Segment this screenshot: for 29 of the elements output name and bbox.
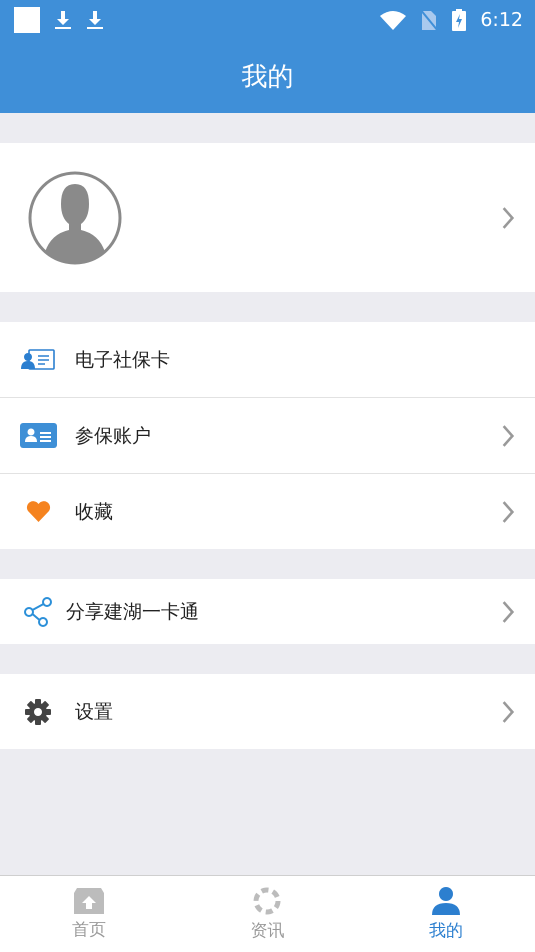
menu-label: 分享建湖一卡通 (66, 600, 200, 624)
news-icon (253, 886, 282, 914)
menu-label: 参保账户 (75, 424, 152, 448)
share-icon (23, 596, 53, 626)
tab[interactable]: 我的 (356, 876, 535, 952)
account-card-icon (20, 423, 56, 448)
home-icon (74, 888, 104, 914)
menu-label: 设置 (75, 700, 114, 724)
download-icon (54, 10, 72, 30)
battery-charging-icon (452, 9, 466, 31)
menu-item[interactable]: 收藏 (0, 474, 535, 549)
person-icon (432, 886, 460, 914)
menu-label: 收藏 (75, 500, 114, 524)
download-icon (86, 10, 104, 30)
notification-icon (14, 7, 40, 33)
avatar-icon (27, 170, 123, 266)
no-sim-icon (420, 9, 438, 31)
menu-item[interactable]: 参保账户 (0, 398, 535, 474)
settings-icon (25, 698, 51, 724)
heart-icon (26, 501, 50, 522)
menu-label: 电子社保卡 (75, 348, 171, 372)
profile-row[interactable] (0, 143, 535, 292)
page-title: 我的 (242, 61, 294, 94)
menu-item[interactable]: 设置 (0, 674, 535, 749)
clock-text: 6:12 (480, 9, 523, 31)
menu-item[interactable]: 分享建湖一卡通 (0, 579, 535, 644)
id-card-icon (21, 348, 55, 370)
wifi-icon (380, 10, 406, 30)
menu-item[interactable]: 电子社保卡 (0, 322, 535, 398)
